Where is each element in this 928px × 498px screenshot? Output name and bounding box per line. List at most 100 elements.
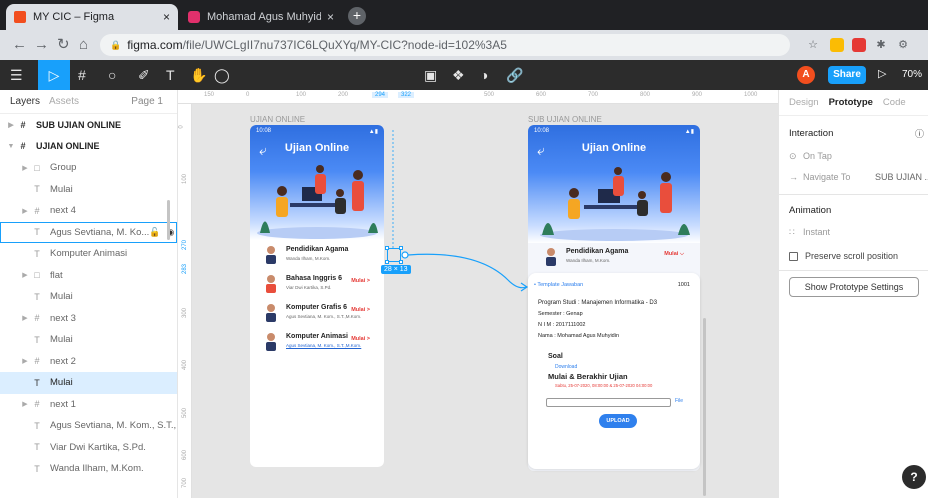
page-selector[interactable]: Page 1 xyxy=(131,96,163,107)
extension-icon[interactable] xyxy=(852,38,866,52)
layer-row[interactable]: T Mulai xyxy=(0,286,177,308)
tab-assets[interactable]: Assets xyxy=(49,96,79,107)
hand-tool-icon[interactable]: ✋ xyxy=(190,66,207,84)
file-input[interactable] xyxy=(546,398,671,407)
canvas-scrollbar[interactable] xyxy=(703,318,706,496)
share-button[interactable]: Share xyxy=(828,66,866,84)
phone-frame-ujian-online[interactable]: 10:08 ▲▮ ⤶ Ujian Online Pendidikan Agama… xyxy=(250,125,384,467)
group-icon: □ xyxy=(34,270,40,281)
selected-element-box[interactable] xyxy=(385,246,403,264)
layer-row[interactable]: T Wanda Ilham, M.Kom. xyxy=(0,458,177,480)
tab-layers[interactable]: Layers xyxy=(10,96,40,107)
layer-row[interactable]: T Viar Dwi Kartika, S.Pd. xyxy=(0,437,177,459)
chevron-right-icon[interactable]: ▶ xyxy=(20,207,30,215)
shape-tool-icon[interactable]: ○ xyxy=(108,66,116,84)
pen-tool-icon[interactable]: ✐ xyxy=(138,66,150,84)
close-icon[interactable]: × xyxy=(163,10,170,24)
text-tool-icon[interactable]: T xyxy=(166,66,175,84)
download-link[interactable]: Download xyxy=(555,364,577,370)
chevron-down-icon[interactable]: ▼ xyxy=(6,143,16,150)
figma-favicon-icon xyxy=(14,11,26,23)
crop-icon[interactable]: ▣ xyxy=(424,66,437,84)
course-item[interactable]: Pendidikan Agama Wanda Ilham, M.Kom. Mul… xyxy=(544,247,688,269)
chevron-right-icon[interactable]: ▶ xyxy=(6,121,16,129)
template-link[interactable]: • Template Jawaban xyxy=(534,282,583,288)
layer-row[interactable]: ▶ # next 1 xyxy=(0,394,177,416)
start-button[interactable]: Mulai > xyxy=(351,278,370,284)
start-button[interactable]: Mulai > xyxy=(351,307,370,313)
course-item[interactable]: Bahasa Inggris 6 Viar Dwi Kartika, S.Pd.… xyxy=(264,274,374,296)
layer-row[interactable]: T Mulai xyxy=(0,329,177,351)
layer-row[interactable]: T Mulai xyxy=(0,179,177,201)
lock-icon[interactable]: 🔓 xyxy=(149,227,160,238)
extension-icon[interactable]: ⚙ xyxy=(896,38,910,52)
course-item[interactable]: Komputer Animasi Agus Sevtiana, M. Kom.,… xyxy=(264,332,374,354)
layer-row[interactable]: ▶ # next 3 xyxy=(0,308,177,330)
layer-row[interactable]: ▶ # next 4 xyxy=(0,200,177,222)
frame-label[interactable]: UJIAN ONLINE xyxy=(250,115,305,124)
chevron-right-icon[interactable]: ▶ xyxy=(20,164,30,172)
comment-tool-icon[interactable]: ◯ xyxy=(214,66,230,84)
help-button[interactable]: ? xyxy=(902,465,926,489)
trigger-select[interactable]: On Tap xyxy=(803,151,832,161)
course-item[interactable]: Pendidikan Agama Wanda Ilham, M.Kom. xyxy=(264,245,374,267)
resize-handle[interactable] xyxy=(385,260,389,264)
upload-button[interactable]: UPLOAD xyxy=(599,414,637,428)
layers-scrollbar[interactable] xyxy=(167,200,170,240)
text-layer-icon: T xyxy=(34,442,40,453)
tab-figma[interactable]: MY CIC – Figma × xyxy=(6,4,178,30)
tab-prototype[interactable]: Prototype xyxy=(829,97,873,108)
chevron-right-icon[interactable]: ▶ xyxy=(20,357,30,365)
frame-tool-icon[interactable]: # xyxy=(78,66,86,84)
layer-row[interactable]: ▶ # SUB UJIAN ONLINE xyxy=(0,114,177,136)
help-icon[interactable]: ⓘ xyxy=(915,127,924,140)
resize-handle[interactable] xyxy=(399,260,403,264)
link-icon[interactable]: 🔗 xyxy=(506,66,523,84)
layer-row[interactable]: ▶ □ flat xyxy=(0,265,177,287)
start-button[interactable]: Mulai ⌵ xyxy=(664,251,684,258)
layer-row[interactable]: ▶ # next 2 xyxy=(0,351,177,373)
puzzle-icon[interactable]: ✱ xyxy=(874,38,888,52)
forward-arrow-icon[interactable]: → xyxy=(34,36,49,54)
layer-row-selected[interactable]: T Mulai xyxy=(0,372,177,394)
layer-row[interactable]: T Agus Sevtiana, M. Ko... 🔓 ◉ xyxy=(0,221,177,243)
layer-row[interactable]: T Komputer Animasi xyxy=(0,243,177,265)
tab-code[interactable]: Code xyxy=(883,97,906,108)
layer-row[interactable]: ▶ □ Group xyxy=(0,157,177,179)
chevron-right-icon[interactable]: ▶ xyxy=(20,314,30,322)
course-item[interactable]: Komputer Grafis 6 Agus Sevtiana, M. Kom.… xyxy=(264,303,374,325)
action-select[interactable]: Navigate To xyxy=(803,172,850,182)
close-icon[interactable]: × xyxy=(327,10,334,24)
url-input[interactable]: 🔒 figma.com/file/UWCLgII7nu737IC6LQuXYq/… xyxy=(100,34,790,56)
extension-icon[interactable] xyxy=(830,38,844,52)
contrast-icon[interactable]: ◑ xyxy=(480,66,488,84)
show-prototype-settings-button[interactable]: Show Prototype Settings xyxy=(789,277,919,297)
resize-handle[interactable] xyxy=(385,246,389,250)
move-tool-icon[interactable]: ▷ xyxy=(38,60,70,90)
back-arrow-icon[interactable]: ← xyxy=(12,36,27,54)
frame-label[interactable]: SUB UJIAN ONLINE xyxy=(528,115,602,124)
layer-label: Komputer Animasi xyxy=(50,248,128,260)
reload-icon[interactable]: ↻ xyxy=(57,36,70,54)
star-icon[interactable]: ☆ xyxy=(806,38,820,52)
menu-icon[interactable]: ☰ xyxy=(10,66,23,84)
destination-select[interactable]: SUB UJIAN ... xyxy=(875,172,928,182)
component-icon[interactable]: ❖ xyxy=(452,66,465,84)
present-play-icon[interactable]: ▷ xyxy=(878,67,886,80)
layer-row[interactable]: ▼ # UJIAN ONLINE xyxy=(0,136,177,158)
layer-row[interactable]: T Agus Sevtiana, M. Kom., S.T.,... xyxy=(0,415,177,437)
zoom-level[interactable]: 70% xyxy=(902,69,922,80)
preserve-scroll-checkbox[interactable] xyxy=(789,252,798,261)
start-button[interactable]: Mulai > xyxy=(351,336,370,342)
tab-instagram[interactable]: Mohamad Agus Muhyidin (@mu × xyxy=(180,4,342,30)
new-tab-button[interactable]: + xyxy=(348,7,366,25)
home-icon[interactable]: ⌂ xyxy=(79,36,88,54)
avatar[interactable]: A xyxy=(797,66,815,84)
resize-handle[interactable] xyxy=(399,246,403,250)
animation-select[interactable]: Instant xyxy=(803,227,830,237)
chevron-right-icon[interactable]: ▶ xyxy=(20,400,30,408)
layer-label: Mulai xyxy=(50,334,73,346)
tab-design[interactable]: Design xyxy=(789,97,819,108)
chevron-right-icon[interactable]: ▶ xyxy=(20,271,30,279)
design-canvas[interactable]: 150 0 100 200 294 322 500 600 700 800 90… xyxy=(178,90,778,498)
